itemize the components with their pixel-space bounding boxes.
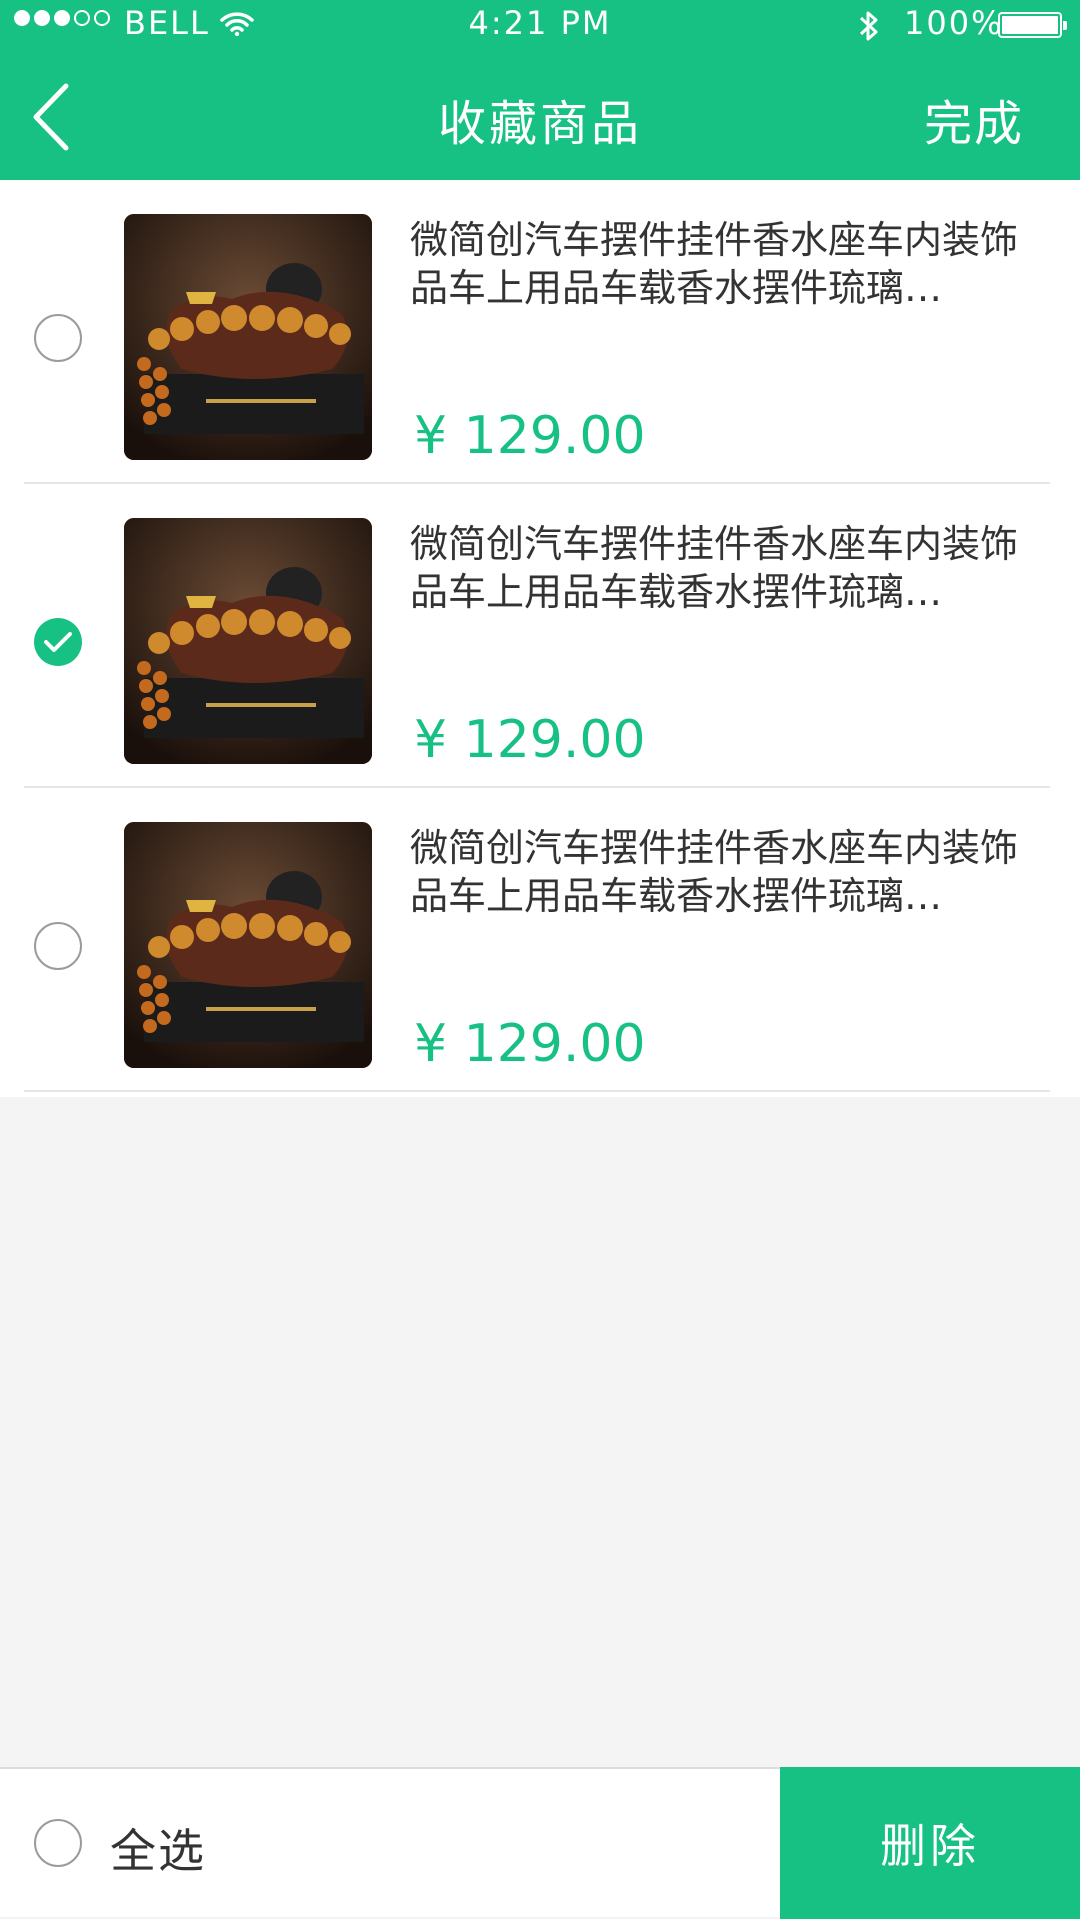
- list-item[interactable]: 微简创汽车摆件挂件香水座车内装饰品车上用品车载香水摆件琉璃… ¥ 129.00: [0, 180, 1080, 484]
- list-item[interactable]: 微简创汽车摆件挂件香水座车内装饰品车上用品车载香水摆件琉璃… ¥ 129.00: [0, 788, 1080, 1092]
- item-checkbox[interactable]: [34, 922, 82, 970]
- select-all-checkbox[interactable]: [34, 1819, 82, 1867]
- checkmark-icon: [44, 632, 72, 652]
- product-price: ¥ 129.00: [414, 406, 646, 466]
- favorites-list: 微简创汽车摆件挂件香水座车内装饰品车上用品车载香水摆件琉璃… ¥ 129.00: [0, 180, 1080, 1097]
- delete-button[interactable]: 删除: [780, 1767, 1080, 1919]
- list-item[interactable]: 微简创汽车摆件挂件香水座车内装饰品车上用品车载香水摆件琉璃… ¥ 129.00: [0, 484, 1080, 788]
- product-thumbnail[interactable]: [124, 518, 372, 764]
- product-thumbnail[interactable]: [124, 822, 372, 1068]
- battery-icon: [998, 12, 1067, 38]
- item-checkbox-checked[interactable]: [34, 618, 82, 666]
- product-price: ¥ 129.00: [414, 1014, 646, 1074]
- page-title: 收藏商品: [437, 96, 642, 152]
- item-checkbox[interactable]: [34, 314, 82, 362]
- battery-percent: 100%: [904, 4, 1004, 42]
- product-name[interactable]: 微简创汽车摆件挂件香水座车内装饰品车上用品车载香水摆件琉璃…: [410, 520, 1020, 616]
- bluetooth-icon: [859, 11, 878, 41]
- product-thumbnail[interactable]: [124, 214, 372, 460]
- product-name[interactable]: 微简创汽车摆件挂件香水座车内装饰品车上用品车载香水摆件琉璃…: [410, 216, 1020, 312]
- bottom-toolbar: 全选 删除: [0, 1767, 1080, 1919]
- product-price: ¥ 129.00: [414, 710, 646, 770]
- select-all-label[interactable]: 全选: [110, 1815, 206, 1881]
- header-bar: BELL 4:21 PM 100% 收藏商品 完成: [0, 0, 1080, 180]
- done-button[interactable]: 完成: [924, 84, 1024, 154]
- product-name[interactable]: 微简创汽车摆件挂件香水座车内装饰品车上用品车载香水摆件琉璃…: [410, 824, 1020, 920]
